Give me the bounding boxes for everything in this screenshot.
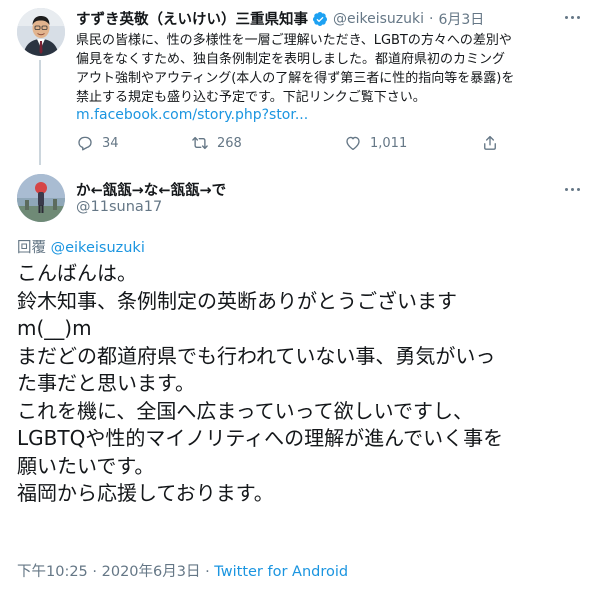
tweet-timestamp[interactable]: 下午10:25 · 2020年6月3日 ·	[17, 564, 210, 580]
heart-icon	[346, 136, 360, 151]
parent-tweet-link[interactable]: m.facebook.com/story.php?stor...	[76, 107, 308, 123]
like-button[interactable]: 1,011	[344, 134, 407, 152]
reply-text-line: まだどの都道府県でも行われていない事、勇気がいっ	[17, 343, 496, 368]
parent-text-line: アウト強制やアウティング(本人の了解を得ず第三者に性的指向等を暴露)を	[76, 71, 515, 86]
parent-text-line: 偏見をなくすため、独自条例制定を表明しました。都道府県初のカミング	[76, 52, 506, 67]
replying-to: 回覆 @eikeisuzuki	[17, 236, 145, 257]
parent-author-handle[interactable]: @eikeisuzuki	[333, 11, 424, 27]
reply-author-name[interactable]: か←㼨㼨→な←㼨㼨→で	[76, 179, 226, 200]
share-icon	[484, 135, 496, 150]
reply-icon	[78, 136, 92, 151]
reply-more-icon[interactable]	[561, 182, 583, 196]
replying-to-link[interactable]: @eikeisuzuki	[51, 240, 145, 256]
retweet-button[interactable]: 268	[191, 134, 242, 152]
reply-text-line: 福岡から応援しております。	[17, 481, 274, 505]
reply-text-line: 鈴木知事、条例制定の英断ありがとうございます	[17, 288, 457, 313]
reply-button[interactable]: 34	[76, 134, 119, 152]
reply-avatar[interactable]	[17, 174, 65, 222]
retweet-icon	[192, 136, 208, 150]
thread-connector	[39, 60, 41, 165]
retweet-count: 268	[217, 135, 242, 151]
tweet-metadata: 下午10:25 · 2020年6月3日 · Twitter for Androi…	[17, 560, 348, 581]
parent-actions: 34 268 1,011	[76, 134, 516, 154]
reply-author-handle[interactable]: @11suna17	[76, 199, 162, 215]
reply-text-line: た事だと思います。	[17, 371, 195, 395]
verified-badge-icon	[312, 11, 327, 26]
like-count: 1,011	[370, 135, 408, 151]
share-button[interactable]	[481, 134, 507, 152]
parent-text-line: 禁止する規定も盛り込む予定です。下記リンクご覧下さい。	[76, 90, 426, 105]
reply-text-line: m(__)m	[17, 316, 92, 340]
reply-text-line: 願いたいです。	[17, 453, 155, 478]
parent-tweet-date[interactable]: 6月3日	[438, 9, 484, 29]
reply-text-line: LGBTQや性的マイノリティへの理解が進んでいく事を	[17, 426, 504, 450]
reply-text-line: これを機に、全国へ広まっていって欲しいですし、	[17, 398, 473, 423]
parent-avatar[interactable]	[17, 8, 65, 56]
reply-count: 34	[102, 135, 119, 151]
parent-author-name[interactable]: すずき英敬（えいけい）三重県知事	[76, 8, 308, 29]
replying-label: 回覆	[17, 240, 46, 256]
parent-text-line: 県民の皆様に、性の多様性を一層ご理解いただき、LGBTの方々への差別や	[76, 33, 512, 48]
parent-more-icon[interactable]	[561, 10, 583, 24]
parent-header: すずき英敬（えいけい）三重県知事 @eikeisuzuki · 6月3日	[76, 8, 484, 29]
parent-avatar-image	[17, 8, 65, 56]
reply-tweet-text: こんばんは。 鈴木知事、条例制定の英断ありがとうございます m(__)m まだど…	[17, 260, 587, 508]
tweet-source[interactable]: Twitter for Android	[214, 564, 348, 580]
reply-text-line: こんばんは。	[17, 261, 137, 285]
parent-tweet-text: 県民の皆様に、性の多様性を一層ご理解いただき、LGBTの方々への差別や 偏見をな…	[76, 31, 586, 107]
reply-tweet-header: か←㼨㼨→な←㼨㼨→で @11suna17	[0, 170, 600, 230]
separator-dot: ·	[429, 10, 434, 27]
reply-avatar-image	[17, 174, 65, 222]
parent-tweet[interactable]: すずき英敬（えいけい）三重県知事 @eikeisuzuki · 6月3日 県民の…	[0, 0, 600, 165]
